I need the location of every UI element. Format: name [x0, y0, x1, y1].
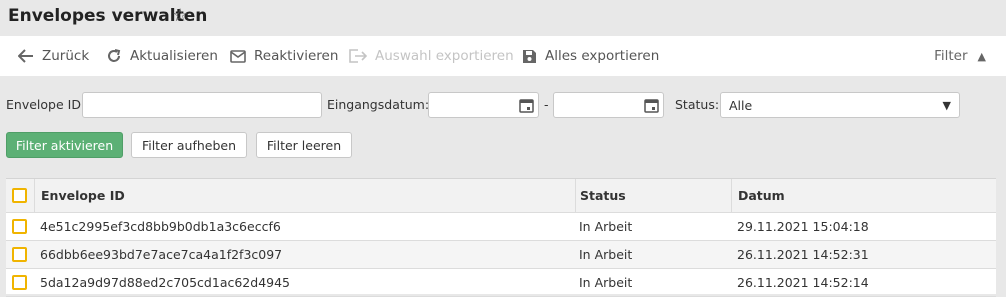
column-header-envelope-id[interactable]: Envelope ID: [34, 179, 576, 212]
envelope-icon: [230, 49, 246, 63]
status-select[interactable]: Alle ▼: [720, 92, 960, 118]
envelope-id-label: Envelope ID: [6, 97, 81, 112]
reactivate-label: Reaktivieren: [254, 48, 339, 64]
table-header: Envelope ID Status Datum: [6, 179, 996, 213]
refresh-label: Aktualisieren: [130, 48, 218, 64]
envelope-id-cell: 66dbb6ee93bd7e7ace7ca4a1f2f3c097: [40, 247, 283, 262]
date-cell: 29.11.2021 15:04:18: [737, 219, 869, 234]
select-all-checkbox[interactable]: [12, 188, 27, 203]
title-bar: Envelopes verwalten ☆: [0, 0, 1006, 36]
filter-panel: Envelope ID Eingangsdatum: - Status: All…: [0, 76, 1006, 178]
status-label: Status:: [675, 97, 720, 112]
export-selection-label: Auswahl exportieren: [375, 48, 514, 64]
select-all-cell: [6, 179, 34, 212]
date-to-input[interactable]: [553, 92, 664, 118]
table-row[interactable]: 4e51c2995ef3cd8bb9b0db1a3c6eccf6 In Arbe…: [6, 213, 996, 241]
date-label: Eingangsdatum:: [327, 97, 430, 112]
back-label: Zurück: [42, 48, 90, 64]
reactivate-button[interactable]: Reaktivieren: [230, 36, 338, 76]
envelope-id-cell: 5da12a9d97d88ed2c705cd1ac62d4945: [40, 275, 290, 290]
date-separator: -: [544, 97, 549, 112]
star-icon[interactable]: ☆: [172, 5, 188, 26]
date-cell: 26.11.2021 14:52:31: [737, 247, 869, 262]
column-header-date[interactable]: Datum: [731, 179, 996, 212]
row-checkbox[interactable]: [12, 219, 27, 234]
activate-filter-button[interactable]: Filter aktivieren: [6, 132, 123, 158]
back-button[interactable]: Zurück: [18, 36, 89, 76]
calendar-icon[interactable]: [519, 98, 534, 113]
row-select-cell: [6, 269, 34, 296]
export-all-button[interactable]: Alles exportieren: [522, 36, 659, 76]
remove-filter-button[interactable]: Filter aufheben: [131, 132, 247, 158]
clear-filter-button[interactable]: Filter leeren: [256, 132, 352, 158]
row-select-cell: [6, 213, 34, 240]
save-icon: [523, 49, 536, 63]
date-cell: 26.11.2021 14:52:14: [737, 275, 869, 290]
status-cell: In Arbeit: [579, 247, 633, 262]
export-selection-button[interactable]: Auswahl exportieren: [349, 36, 514, 76]
export-all-label: Alles exportieren: [545, 48, 660, 64]
chevron-down-icon: ▼: [942, 98, 951, 112]
row-checkbox[interactable]: [12, 247, 27, 262]
filter-toggle-button[interactable]: Filter ▲: [934, 36, 986, 76]
calendar-icon[interactable]: [644, 98, 659, 113]
chevron-up-icon: ▲: [977, 49, 986, 63]
status-select-value: Alle: [729, 97, 753, 113]
envelope-id-input[interactable]: [82, 92, 322, 118]
column-header-status[interactable]: Status: [575, 179, 732, 212]
toolbar: Zurück Aktualisieren Reaktivieren Auswah…: [0, 36, 1006, 76]
arrow-left-icon: [18, 49, 33, 63]
refresh-icon: [108, 49, 121, 62]
refresh-button[interactable]: Aktualisieren: [106, 36, 218, 76]
status-cell: In Arbeit: [579, 275, 633, 290]
export-icon: [349, 49, 367, 63]
date-from-input[interactable]: [428, 92, 539, 118]
envelope-id-cell: 4e51c2995ef3cd8bb9b0db1a3c6eccf6: [40, 219, 281, 234]
row-select-cell: [6, 241, 34, 268]
row-checkbox[interactable]: [12, 275, 27, 290]
filter-toggle-label: Filter: [934, 48, 968, 64]
status-cell: In Arbeit: [579, 219, 633, 234]
table-row[interactable]: 66dbb6ee93bd7e7ace7ca4a1f2f3c097 In Arbe…: [6, 241, 996, 269]
envelope-table: Envelope ID Status Datum 4e51c2995ef3cd8…: [6, 178, 996, 297]
